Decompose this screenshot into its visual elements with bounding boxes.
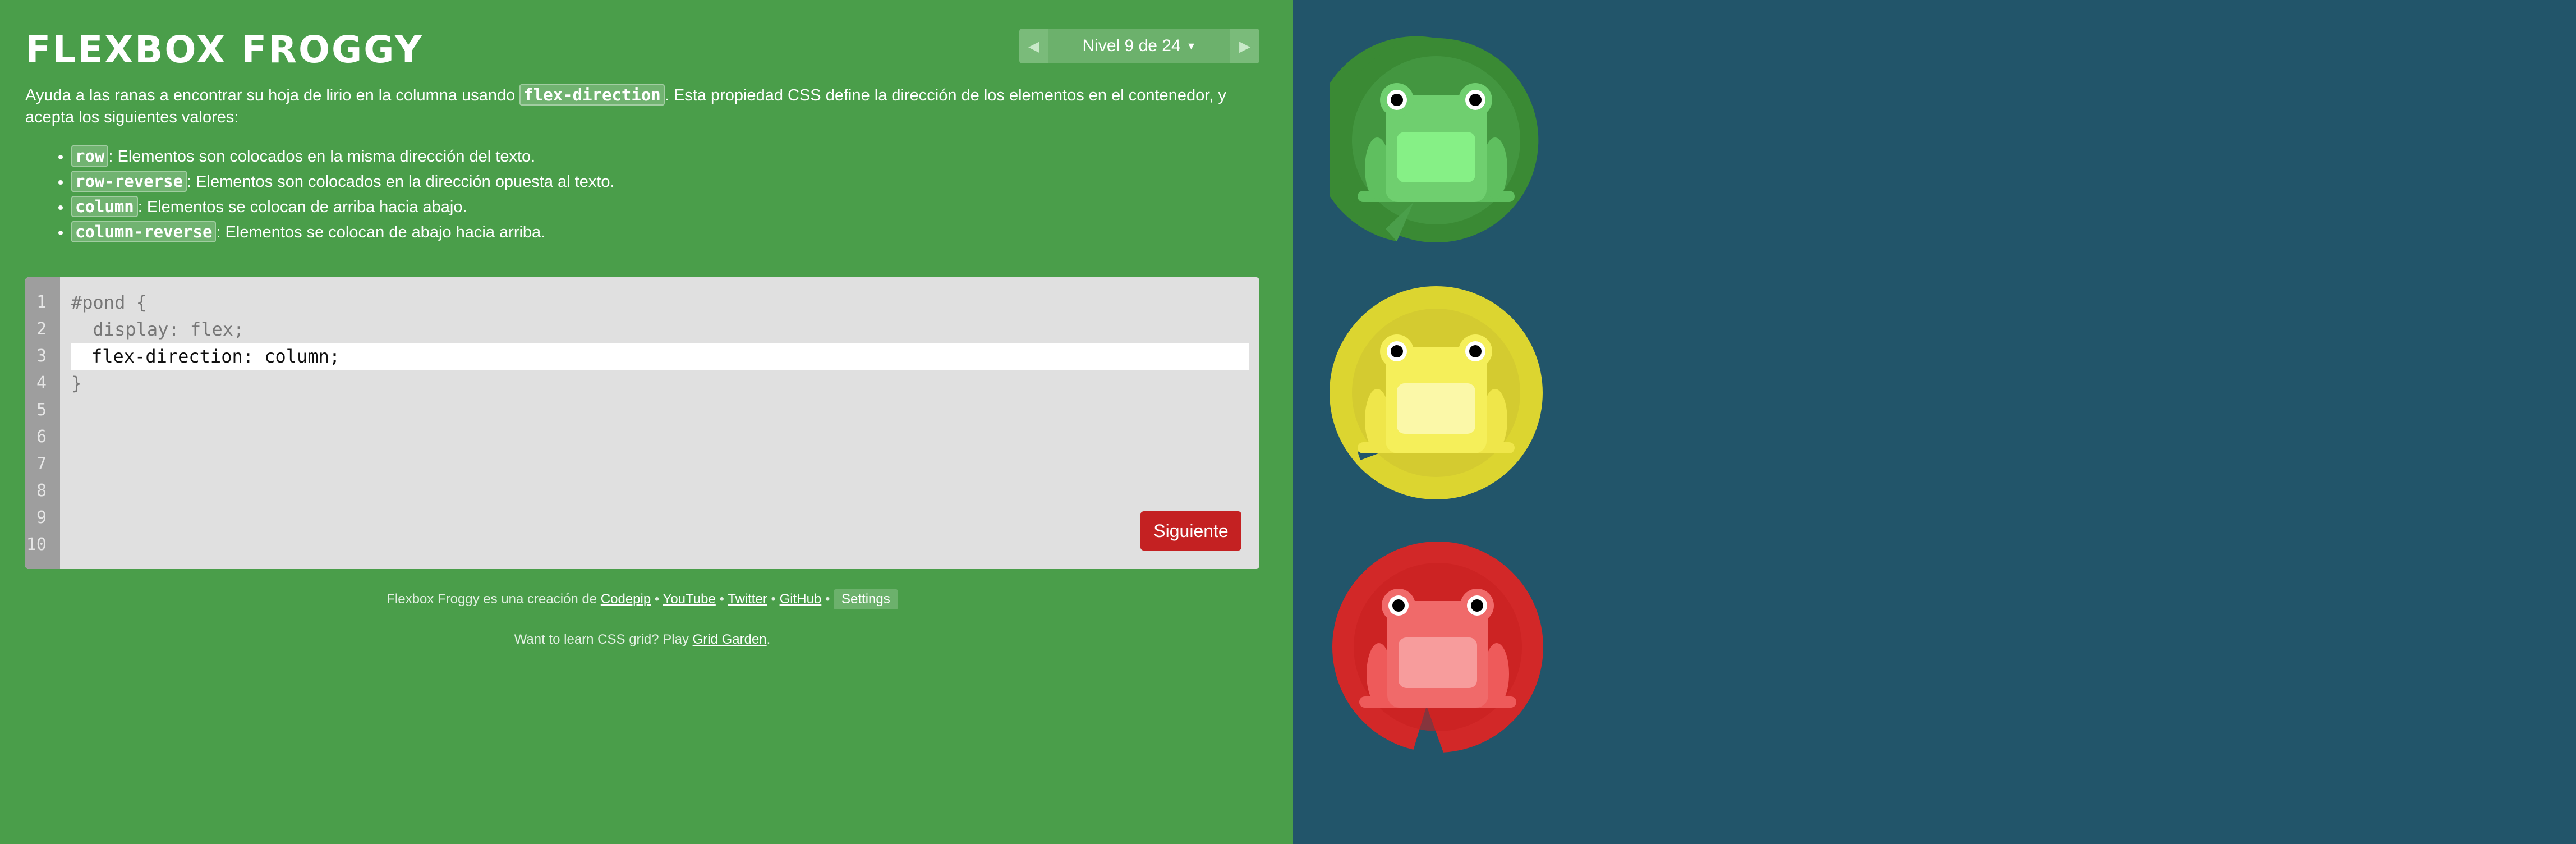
code-line: display: flex;	[71, 319, 245, 340]
value-code: column-reverse	[71, 221, 217, 242]
separator: •	[767, 591, 780, 607]
codepip-link[interactable]: Codepip	[601, 591, 651, 607]
code-line: }	[71, 373, 82, 394]
github-link[interactable]: GitHub	[780, 591, 822, 607]
frog-green	[1358, 83, 1515, 202]
line-number: 9	[36, 508, 47, 528]
lilypad-red	[1332, 542, 1543, 753]
grid-garden-promo: Want to learn CSS grid? Play Grid Garden…	[0, 632, 1285, 648]
chevron-down-icon: ▼	[1186, 40, 1197, 52]
triangle-right-icon: ▶	[1239, 37, 1250, 54]
next-level-button[interactable]: ▶	[1230, 29, 1259, 63]
line-number: 8	[36, 481, 47, 501]
value-code: row	[71, 145, 109, 167]
line-number: 7	[36, 454, 47, 474]
values-list: row: Elementos son colocados en la misma…	[25, 144, 615, 245]
line-number: 2	[36, 319, 47, 339]
list-item: row-reverse: Elementos son colocados en …	[71, 169, 615, 194]
value-description: : Elementos son colocados en la direcció…	[187, 173, 615, 191]
previous-level-button[interactable]: ◀	[1019, 29, 1048, 63]
page-title: FLEXBOX FROGGY	[25, 28, 424, 71]
line-number: 6	[36, 427, 47, 447]
value-description: : Elementos se colocan de arriba hacia a…	[137, 198, 467, 216]
instructions-text-before: Ayuda a las ranas a encontrar su hoja de…	[25, 86, 520, 104]
code-line: #pond {	[71, 292, 147, 313]
triangle-left-icon: ◀	[1028, 37, 1039, 54]
sidebar: FLEXBOX FROGGY ◀ Nivel 9 de 24 ▼ ▶ Ayuda…	[0, 0, 1293, 844]
level-navigation: ◀ Nivel 9 de 24 ▼ ▶	[1019, 29, 1259, 63]
list-item: column: Elementos se colocan de arriba h…	[71, 194, 615, 219]
list-item: column-reverse: Elementos se colocan de …	[71, 219, 615, 245]
level-indicator[interactable]: Nivel 9 de 24 ▼	[1048, 29, 1230, 63]
separator: •	[651, 591, 663, 607]
promo-end: .	[766, 632, 771, 647]
twitter-link[interactable]: Twitter	[728, 591, 767, 607]
line-number: 5	[36, 400, 47, 420]
lilypad-yellow	[1330, 286, 1543, 499]
credit-text: Flexbox Froggy es una creación de	[387, 591, 601, 607]
frog-yellow	[1358, 334, 1515, 453]
line-number: 1	[36, 292, 47, 312]
credits: Flexbox Froggy es una creación de Codepi…	[0, 589, 1285, 609]
line-number: 4	[36, 373, 47, 393]
frog-red	[1359, 589, 1516, 708]
value-description: : Elementos se colocan de abajo hacia ar…	[216, 223, 546, 241]
promo-text: Want to learn CSS grid? Play	[514, 632, 693, 647]
pond-board	[1293, 0, 2576, 844]
instructions: Ayuda a las ranas a encontrar su hoja de…	[25, 84, 1271, 129]
line-number: 3	[36, 346, 47, 366]
code-area: #pond { display: flex; }	[71, 289, 1249, 397]
value-description: : Elementos son colocados en la misma di…	[108, 148, 536, 166]
grid-garden-link[interactable]: Grid Garden	[693, 632, 767, 647]
line-number-gutter: 1 2 3 4 5 6 7 8 9 10	[25, 277, 60, 569]
settings-button[interactable]: Settings	[834, 589, 898, 609]
youtube-link[interactable]: YouTube	[663, 591, 716, 607]
property-code: flex-direction	[519, 84, 665, 106]
level-label: Nivel 9 de 24	[1082, 36, 1181, 55]
separator: •	[715, 591, 728, 607]
lilypad-green	[1330, 36, 1539, 242]
list-item: row: Elementos son colocados en la misma…	[71, 144, 615, 169]
value-code: row-reverse	[71, 171, 187, 192]
value-code: column	[71, 196, 138, 217]
separator: •	[821, 591, 834, 607]
css-input[interactable]	[71, 343, 1249, 370]
line-number: 10	[26, 535, 47, 554]
code-editor: 1 2 3 4 5 6 7 8 9 10 #pond { display: fl…	[25, 277, 1259, 569]
next-button[interactable]: Siguiente	[1140, 511, 1241, 551]
